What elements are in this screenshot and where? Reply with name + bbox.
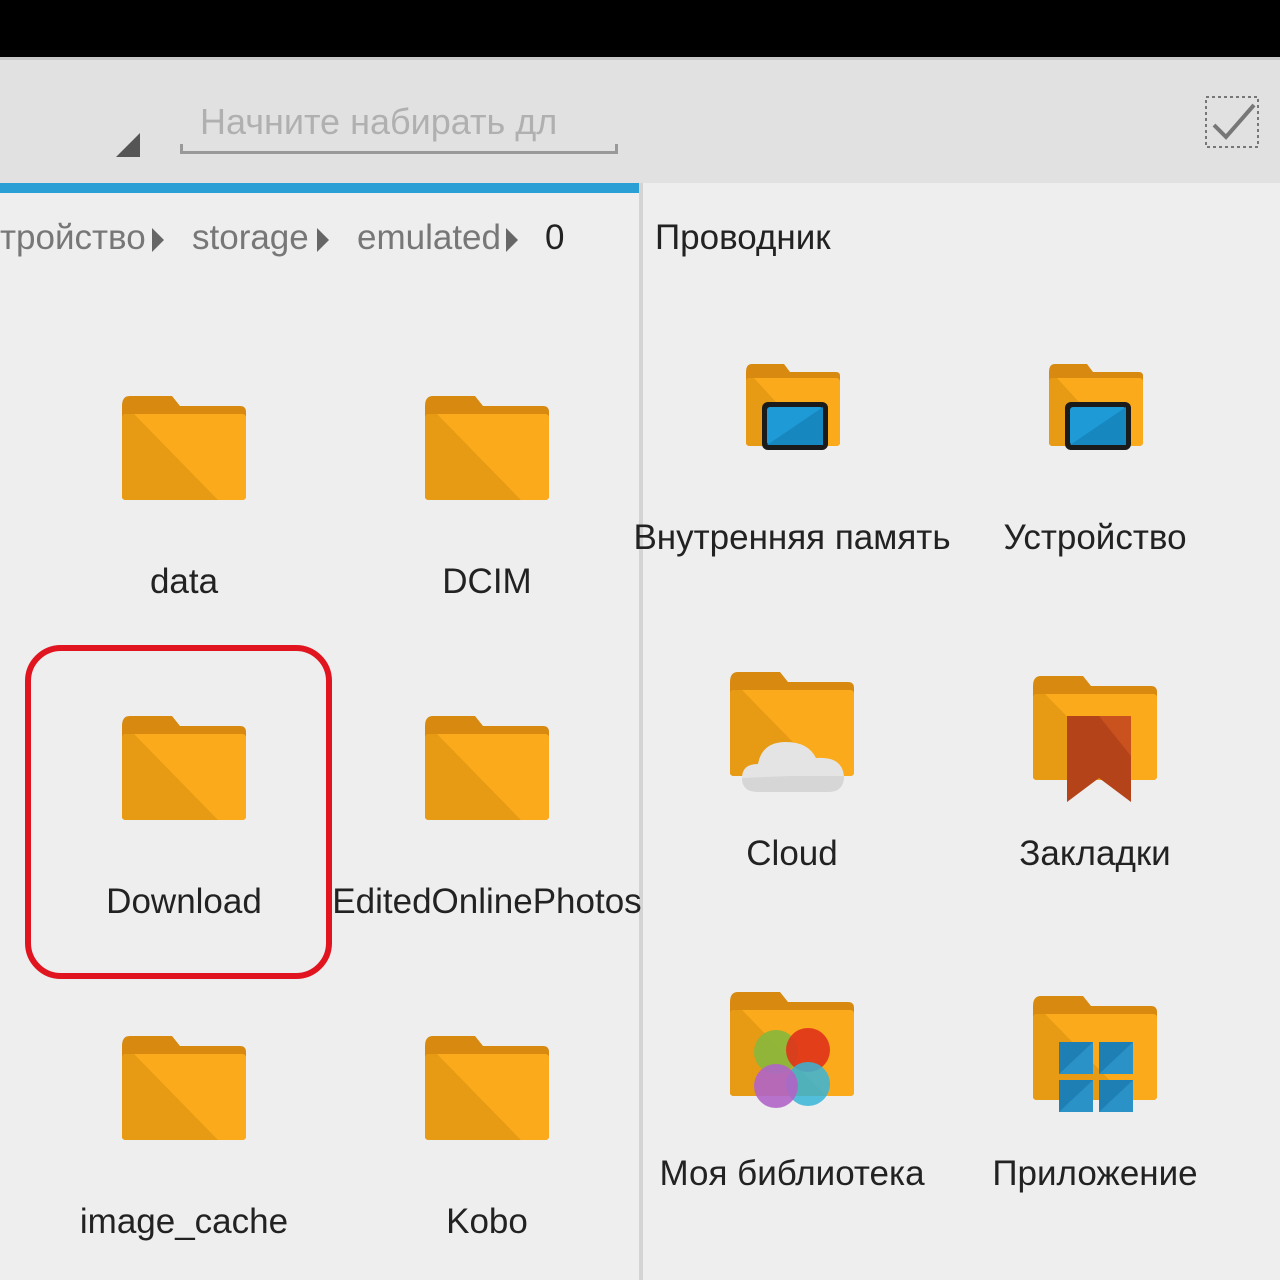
cloud-folder-icon xyxy=(730,672,854,792)
explorer-item-label: Закладки xyxy=(1019,834,1171,873)
folder-label: EditedOnlinePhotos xyxy=(332,882,642,921)
select-check-icon[interactable] xyxy=(1204,95,1260,149)
explorer-item-cloud[interactable]: Cloud xyxy=(642,668,942,878)
folder-item-dcim[interactable]: DCIM xyxy=(337,390,637,620)
explorer-item-internal-storage[interactable]: Внутренняя память xyxy=(633,360,951,560)
device-icon xyxy=(1049,364,1143,450)
folder-icon xyxy=(122,1036,246,1140)
folder-label: data xyxy=(149,562,219,601)
explorer-item-bookmarks[interactable]: Закладки xyxy=(945,672,1245,882)
breadcrumb-item-storage[interactable]: storage xyxy=(192,218,309,258)
breadcrumb-item-device[interactable]: тройство xyxy=(0,218,146,258)
highlight-annotation xyxy=(25,645,332,979)
apps-folder-icon xyxy=(1033,996,1157,1112)
explorer-item-device[interactable]: Устройство xyxy=(945,360,1245,560)
breadcrumb-item-emulated[interactable]: emulated xyxy=(357,218,501,258)
folder-item-kobo[interactable]: Kobo xyxy=(337,1030,637,1260)
folder-label: Kobo xyxy=(446,1202,528,1241)
status-bar xyxy=(0,0,1280,57)
folder-icon xyxy=(425,396,549,500)
folder-label: image_cache xyxy=(79,1202,289,1241)
bookmarks-folder-icon xyxy=(1033,676,1157,802)
folder-item-image-cache[interactable]: image_cache xyxy=(34,1030,334,1260)
folder-icon xyxy=(122,396,246,500)
active-pane-indicator xyxy=(0,183,640,193)
explorer-item-label: Устройство xyxy=(1003,518,1187,557)
breadcrumb-item-current[interactable]: 0 xyxy=(545,218,564,258)
chevron-right-icon xyxy=(152,228,164,252)
explorer-item-label: Моя библиотека xyxy=(659,1154,925,1193)
explorer-item-label: Приложение xyxy=(992,1154,1198,1193)
folder-icon xyxy=(425,1036,549,1140)
explorer-item-applications[interactable]: Приложение xyxy=(945,992,1245,1202)
explorer-item-label: Внутренняя память xyxy=(633,518,951,557)
explorer-item-my-library[interactable]: Моя библиотека xyxy=(642,988,942,1198)
chevron-right-icon xyxy=(317,228,329,252)
explorer-title: Проводник xyxy=(655,218,831,257)
search-input[interactable] xyxy=(180,96,618,148)
folder-icon xyxy=(425,716,549,820)
folder-item-editedonlinephotos[interactable]: EditedOnlinePhotos xyxy=(332,710,642,940)
chevron-right-icon xyxy=(506,228,518,252)
folder-label: DCIM xyxy=(442,562,532,601)
library-folder-icon xyxy=(730,992,854,1108)
search-field[interactable] xyxy=(180,96,618,154)
internal-storage-icon xyxy=(746,364,840,450)
folder-item-data[interactable]: data xyxy=(34,390,334,620)
explorer-item-label: Cloud xyxy=(746,834,838,873)
location-spinner-icon[interactable] xyxy=(116,133,140,157)
